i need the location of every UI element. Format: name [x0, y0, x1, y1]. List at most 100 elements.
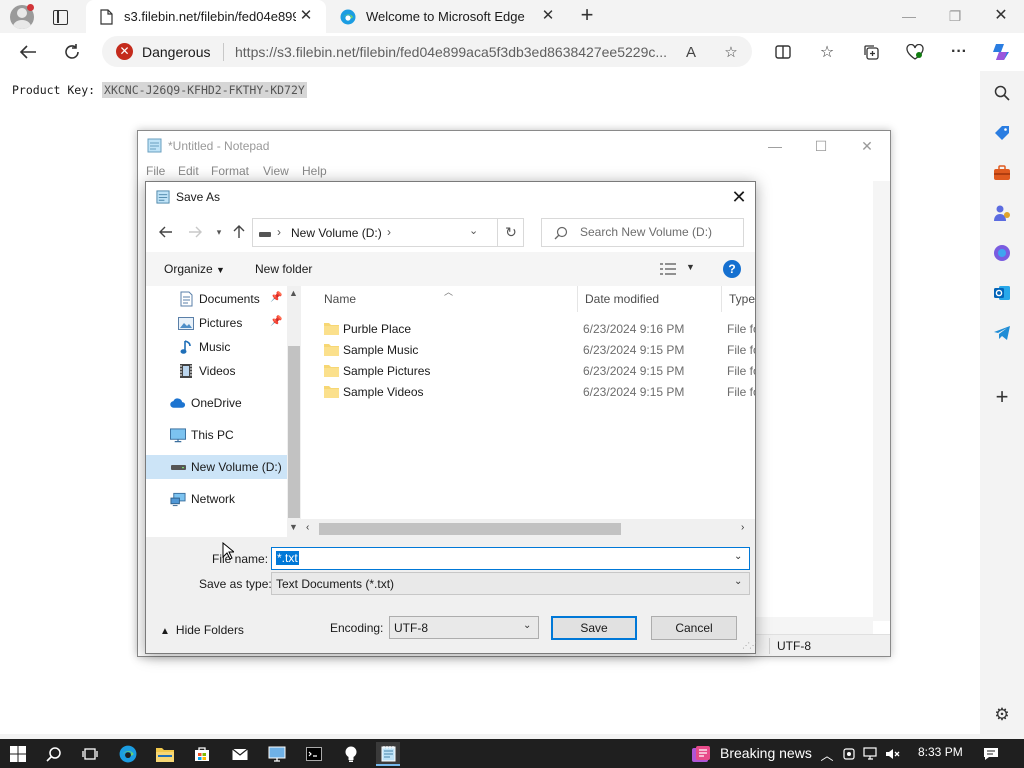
breadcrumb-chevron-icon[interactable]: ›: [387, 225, 391, 239]
remote-desktop-icon[interactable]: [265, 742, 289, 766]
product-key-value[interactable]: XKCNC-J26Q9-KFHD2-FKTHY-KD72Y: [102, 82, 307, 98]
network-status-icon[interactable]: [862, 745, 880, 763]
notepad-close-icon[interactable]: ✕: [844, 134, 890, 158]
mail-icon[interactable]: [228, 742, 252, 766]
new-tab-button[interactable]: +: [576, 4, 598, 27]
menu-help[interactable]: Help: [302, 164, 327, 178]
news-widget-icon[interactable]: [690, 742, 712, 766]
file-row[interactable]: Purble Place 6/23/2024 9:16 PM File fold…: [318, 318, 755, 339]
menu-view[interactable]: View: [263, 164, 289, 178]
view-options-dropdown-icon[interactable]: ▼: [686, 262, 695, 272]
minimize-icon[interactable]: —: [886, 4, 932, 28]
column-header-name[interactable]: Name: [324, 292, 356, 306]
file-name-value[interactable]: *.txt: [276, 551, 299, 565]
breadcrumb-chevron-icon[interactable]: ›: [277, 225, 281, 239]
sidebar-settings-icon[interactable]: ⚙: [992, 705, 1012, 725]
column-header-type[interactable]: Type: [729, 292, 755, 306]
copilot-icon[interactable]: [988, 39, 1014, 65]
menu-file[interactable]: File: [146, 164, 165, 178]
search-input[interactable]: [580, 225, 740, 239]
favorites-icon[interactable]: ☆: [814, 39, 840, 65]
add-sidebar-app-icon[interactable]: +: [992, 384, 1012, 409]
back-icon[interactable]: [14, 38, 42, 66]
notepad-title-bar[interactable]: *Untitled - Notepad — ☐ ✕: [138, 131, 890, 161]
refresh-icon[interactable]: [58, 38, 86, 66]
navigation-pane-scrollbar[interactable]: ▲ ▼: [287, 286, 301, 537]
notifications-icon[interactable]: [982, 745, 1000, 763]
danger-icon[interactable]: ✕: [116, 43, 133, 60]
file-row[interactable]: Sample Music 6/23/2024 9:15 PM File fold…: [318, 339, 755, 360]
nav-item-pictures[interactable]: Pictures 📌: [146, 311, 287, 335]
scroll-down-icon[interactable]: ▼: [289, 522, 298, 532]
nav-item-onedrive[interactable]: OneDrive: [146, 391, 287, 415]
task-view-icon[interactable]: [78, 742, 102, 766]
file-name-input[interactable]: *.txt ⌄: [271, 547, 750, 570]
taskbar-edge-icon[interactable]: [116, 742, 140, 766]
save-button[interactable]: Save: [551, 616, 637, 640]
tips-lightbulb-icon[interactable]: [339, 742, 363, 766]
encoding-select[interactable]: UTF-8 ⌄: [389, 616, 539, 639]
column-header-date-modified[interactable]: Date modified: [585, 292, 659, 306]
show-hidden-icons-icon[interactable]: ︿: [818, 745, 836, 763]
menu-format[interactable]: Format: [211, 164, 249, 178]
change-view-icon[interactable]: [660, 263, 676, 275]
back-arrow-icon[interactable]: [157, 223, 175, 241]
nav-item-videos[interactable]: Videos: [146, 359, 287, 383]
volume-muted-icon[interactable]: [884, 745, 902, 763]
dialog-title-bar[interactable]: Save As ✕: [146, 182, 755, 212]
tab-actions-icon[interactable]: [49, 6, 71, 28]
breaking-news-label[interactable]: Breaking news: [720, 745, 812, 761]
notepad-maximize-icon[interactable]: ☐: [798, 134, 844, 158]
favorite-star-icon[interactable]: ☆: [720, 41, 742, 63]
security-status[interactable]: Dangerous: [142, 44, 211, 60]
browser-essentials-icon[interactable]: [902, 39, 928, 65]
start-windows-icon[interactable]: [6, 742, 30, 766]
command-prompt-icon[interactable]: [302, 742, 326, 766]
outlook-icon[interactable]: [992, 283, 1012, 303]
nav-item-this-pc[interactable]: This PC: [146, 423, 287, 447]
nav-item-music[interactable]: Music: [146, 335, 287, 359]
games-person-icon[interactable]: [992, 203, 1012, 223]
search-box[interactable]: [541, 218, 744, 247]
restore-icon[interactable]: ❐: [932, 4, 978, 28]
close-tab-icon[interactable]: ✕: [298, 8, 314, 24]
recent-locations-icon[interactable]: ▾: [210, 223, 228, 241]
address-bar[interactable]: ✕ Dangerous https://s3.filebin.net/fileb…: [102, 36, 752, 67]
close-window-icon[interactable]: ✕: [978, 4, 1024, 28]
breadcrumb-item[interactable]: New Volume (D:): [291, 226, 382, 240]
column-divider[interactable]: [721, 286, 722, 312]
tray-app-icon[interactable]: [840, 745, 858, 763]
close-tab-icon[interactable]: ✕: [540, 8, 556, 24]
notepad-vertical-scrollbar[interactable]: [873, 181, 890, 621]
notepad-minimize-icon[interactable]: —: [752, 134, 798, 158]
nav-item-network[interactable]: Network: [146, 487, 287, 511]
tab-welcome-edge[interactable]: Welcome to Microsoft Edge ✕: [328, 0, 568, 33]
microsoft-365-icon[interactable]: [992, 243, 1012, 263]
scroll-left-icon[interactable]: ‹: [306, 522, 309, 533]
chevron-down-icon[interactable]: ⌄: [734, 551, 742, 562]
organize-button[interactable]: Organize ▼: [164, 262, 225, 276]
split-screen-icon[interactable]: [770, 39, 796, 65]
notepad-horizontal-scrollbar[interactable]: [755, 617, 873, 634]
collections-icon[interactable]: [858, 39, 884, 65]
refresh-icon[interactable]: ↻: [497, 219, 524, 246]
scrollbar-thumb[interactable]: [319, 523, 621, 535]
microsoft-store-icon[interactable]: [190, 742, 214, 766]
tab-filebin[interactable]: s3.filebin.net/filebin/fed04e899a ✕: [86, 0, 326, 33]
chevron-down-icon[interactable]: ⌄: [523, 620, 531, 631]
taskbar-search-icon[interactable]: [42, 742, 66, 766]
taskbar-notepad-icon[interactable]: [376, 742, 400, 766]
nav-item-documents[interactable]: Documents 📌: [146, 287, 287, 311]
chevron-down-icon[interactable]: ⌄: [734, 576, 742, 587]
file-row[interactable]: Sample Videos 6/23/2024 9:15 PM File fol…: [318, 381, 755, 402]
column-divider[interactable]: [577, 286, 578, 312]
more-options-icon[interactable]: ···: [946, 39, 972, 65]
breadcrumb-dropdown-icon[interactable]: ⌄: [469, 224, 478, 237]
nav-item-new-volume[interactable]: New Volume (D:): [146, 455, 287, 479]
cancel-button[interactable]: Cancel: [651, 616, 737, 640]
hide-folders-button[interactable]: ▲ Hide Folders: [160, 623, 244, 637]
scroll-up-icon[interactable]: ▲: [289, 288, 298, 298]
taskbar-clock[interactable]: 8:33 PM: [918, 745, 963, 759]
help-icon[interactable]: ?: [723, 260, 741, 278]
sidebar-search-icon[interactable]: [992, 83, 1012, 103]
